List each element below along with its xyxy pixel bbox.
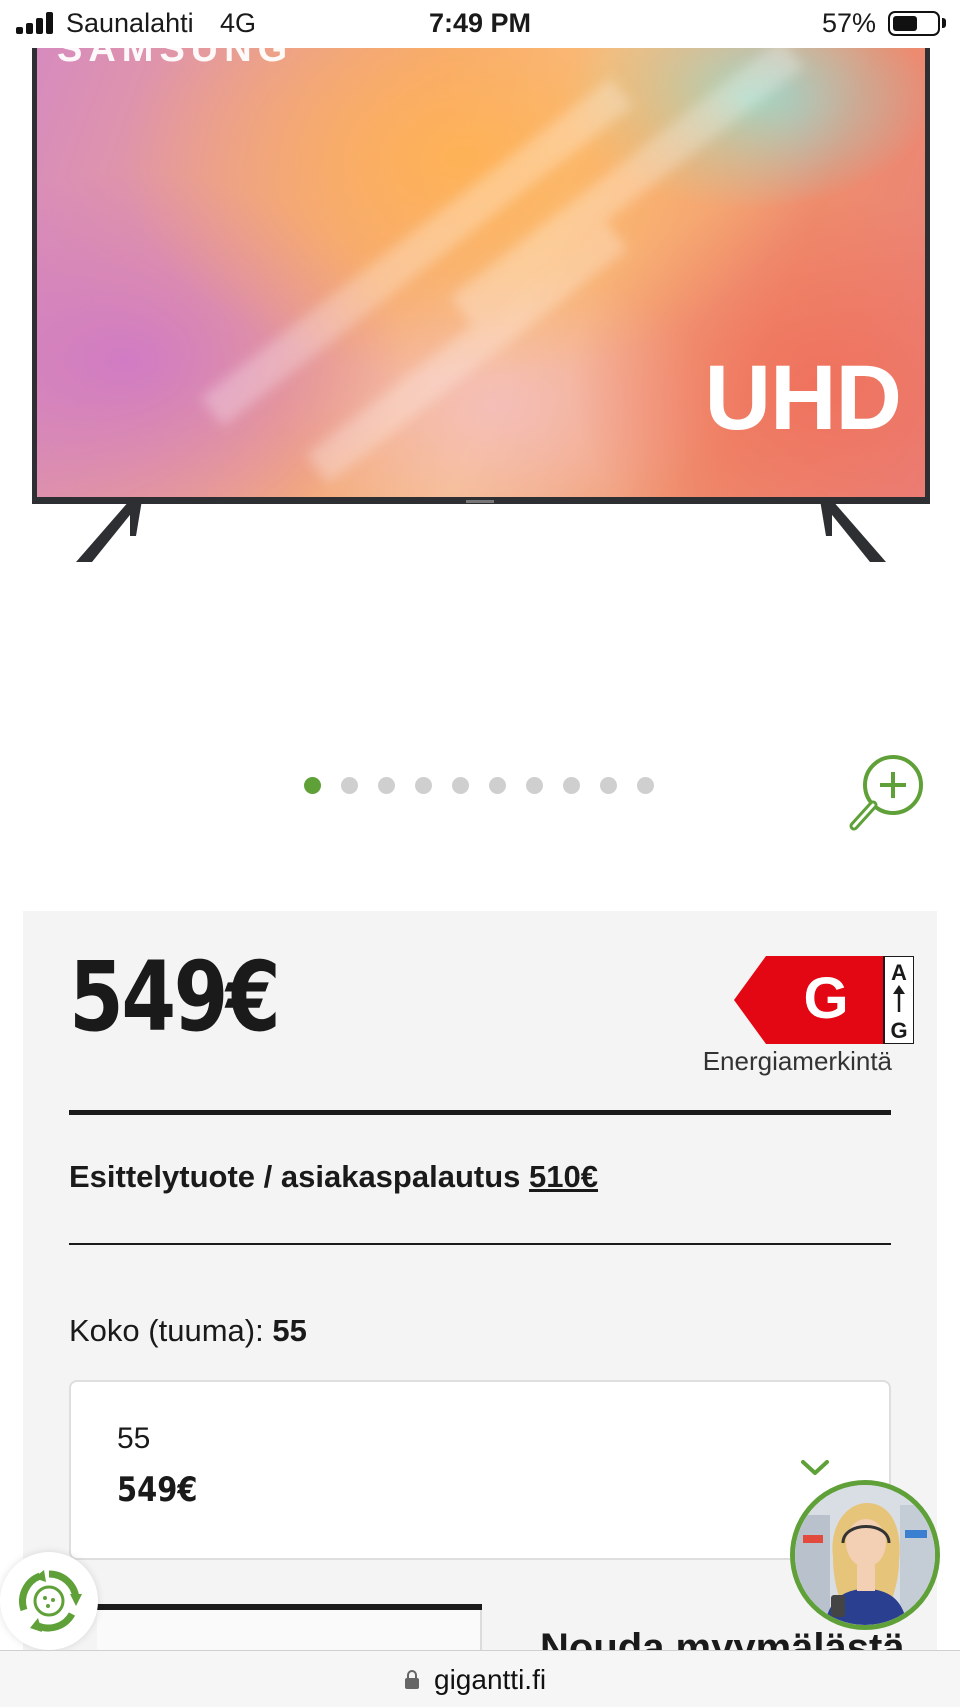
energy-label-icon[interactable]: G A G (734, 956, 914, 1044)
energy-label-link[interactable]: Energiamerkintä (703, 1046, 892, 1077)
zoom-in-icon[interactable] (848, 752, 934, 838)
battery-fill (893, 16, 917, 31)
size-label-text: Koko (tuuma): (69, 1313, 264, 1348)
browser-url-bar[interactable]: gigantti.fi (0, 1650, 960, 1707)
battery-percent: 57% (821, 8, 876, 38)
carousel-dot[interactable] (452, 777, 469, 794)
recycle-icon (19, 1570, 82, 1632)
energy-class: G (803, 966, 848, 1031)
product-image[interactable]: SAMSUNG UHD (0, 44, 960, 584)
status-bar: Saunalahti 4G 7:49 PM 57% (0, 0, 960, 48)
url-domain: gigantti.fi (434, 1664, 547, 1695)
energy-scale-bottom: G (890, 1018, 907, 1043)
product-price: 549€ (69, 941, 281, 1053)
carousel-dot[interactable] (415, 777, 432, 794)
demo-offer: Esittelytuote / asiakaspalautus 510€ (69, 1159, 598, 1195)
tv-screen: SAMSUNG UHD (37, 44, 925, 497)
carousel-dot[interactable] (378, 777, 395, 794)
carousel-dot[interactable] (637, 777, 654, 794)
divider (69, 1243, 891, 1245)
battery-tip (942, 18, 946, 28)
carousel-dot[interactable] (600, 777, 617, 794)
demo-offer-price-link[interactable]: 510€ (529, 1159, 598, 1194)
carousel-dot[interactable] (489, 777, 506, 794)
agent-photo (795, 1485, 935, 1625)
recycle-button[interactable] (0, 1552, 98, 1650)
chevron-down-icon (801, 1460, 829, 1475)
tv-stand-left-icon (76, 500, 142, 562)
tv-frame: SAMSUNG UHD (32, 44, 930, 504)
carousel-dot[interactable] (304, 777, 321, 794)
tv-sensor (466, 500, 494, 503)
status-time: 7:49 PM (428, 8, 532, 38)
carousel-dots (304, 777, 674, 795)
energy-scale-top: A (891, 960, 907, 985)
size-value: 55 (272, 1313, 307, 1348)
carousel-dot[interactable] (526, 777, 543, 794)
carousel-dot[interactable] (563, 777, 580, 794)
carousel-dot[interactable] (341, 777, 358, 794)
demo-offer-label: Esittelytuote / asiakaspalautus (69, 1159, 521, 1194)
divider (69, 1110, 891, 1115)
customer-service-avatar[interactable] (790, 1480, 940, 1630)
tv-stand-right-icon (820, 500, 886, 562)
selected-size: 55 (117, 1422, 151, 1455)
lock-icon (405, 1670, 419, 1689)
light-streak (306, 220, 628, 484)
battery-icon (888, 11, 940, 36)
tv-brand-logo: SAMSUNG (57, 44, 294, 70)
size-select[interactable]: 55 549€ (69, 1380, 891, 1560)
uhd-badge: UHD (704, 347, 902, 449)
selected-size-price: 549€ (117, 1470, 198, 1510)
size-label: Koko (tuuma): 55 (69, 1313, 307, 1349)
